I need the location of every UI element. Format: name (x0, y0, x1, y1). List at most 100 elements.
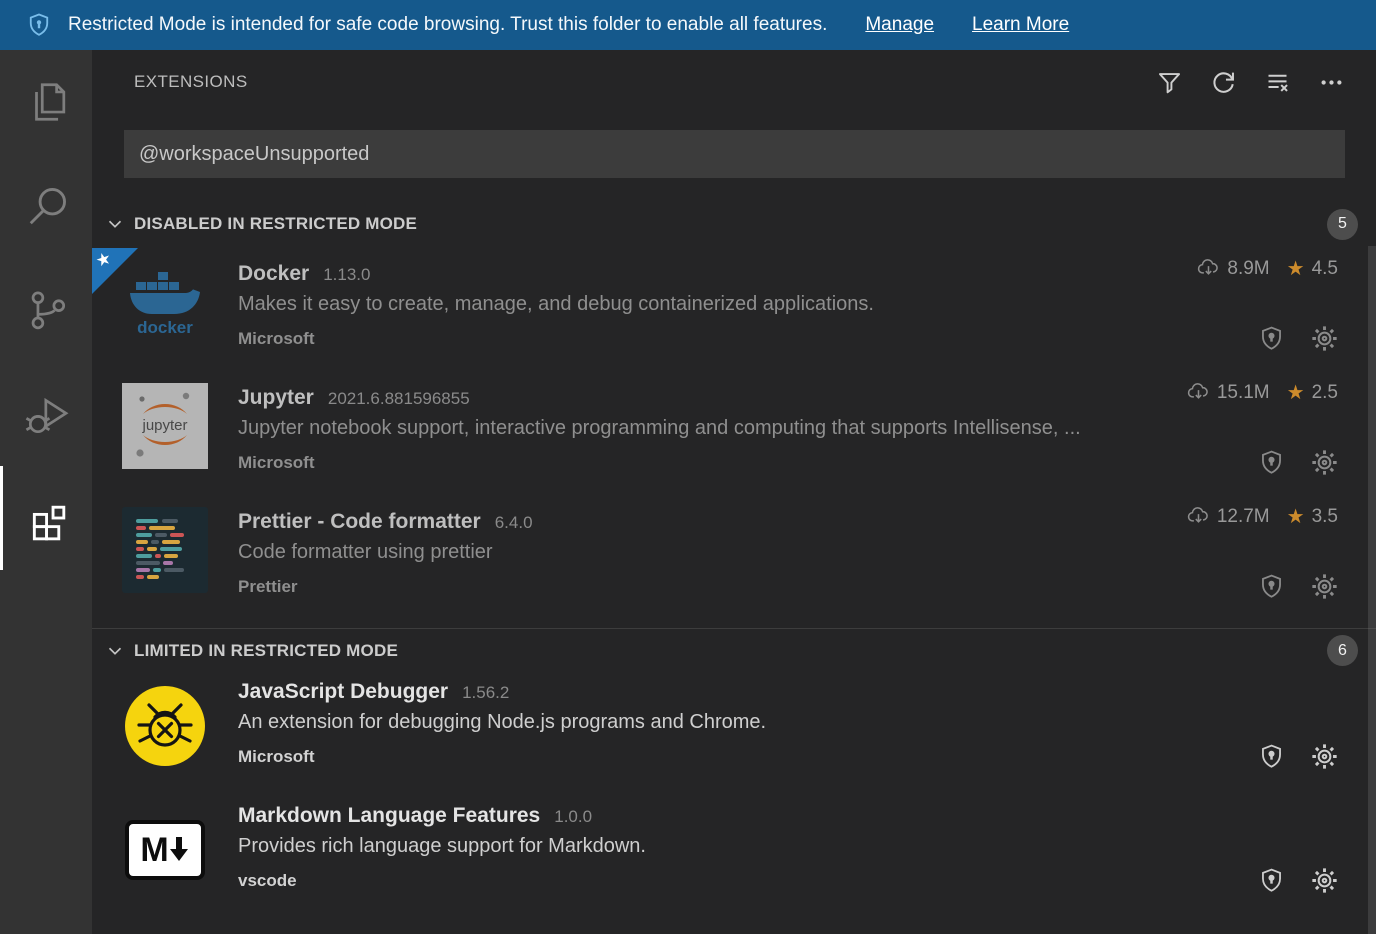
count-badge: 5 (1327, 209, 1358, 240)
workspace-trust-icon[interactable] (1258, 573, 1285, 600)
rating-value: 4.5 (1312, 258, 1338, 280)
extensions-search-input[interactable] (124, 130, 1345, 178)
activity-extensions[interactable] (0, 466, 92, 570)
rating-star-icon: ★ (1287, 504, 1305, 529)
extension-stats: 8.9M ★ 4.5 (1197, 256, 1338, 281)
extension-name: JavaScript Debugger (238, 680, 448, 704)
sidebar-title: EXTENSIONS (134, 72, 248, 92)
workspace-trust-icon[interactable] (1258, 743, 1285, 770)
section-disabled: DISABLED IN RESTRICTED MODE 5 ★ (92, 200, 1376, 620)
debug-icon (25, 391, 71, 437)
sidebar-toolbar (1154, 67, 1346, 97)
extension-actions (1258, 743, 1338, 770)
extension-version: 2021.6.881596855 (328, 389, 470, 409)
markdown-logo-text: M (140, 831, 167, 870)
extension-description: An extension for debugging Node.js progr… (238, 711, 1338, 734)
section-label: LIMITED IN RESTRICTED MODE (134, 641, 398, 661)
refresh-button[interactable] (1208, 67, 1238, 97)
extension-actions (1258, 325, 1338, 352)
extension-actions (1258, 449, 1338, 476)
manage-gear-icon[interactable] (1311, 325, 1338, 352)
manage-gear-icon[interactable] (1311, 573, 1338, 600)
extension-row-docker[interactable]: ★ docker (92, 248, 1376, 372)
activity-run-debug[interactable] (0, 362, 92, 466)
markdown-down-arrow-icon (168, 835, 190, 865)
extensions-icon (25, 495, 71, 541)
section-limited-header[interactable]: LIMITED IN RESTRICTED MODE 6 (92, 628, 1376, 672)
extension-version: 1.13.0 (323, 265, 370, 285)
refresh-icon (1210, 69, 1237, 96)
scrollbar[interactable] (1368, 246, 1376, 934)
extensions-search (124, 130, 1345, 178)
js-debugger-logo (122, 683, 208, 769)
extension-publisher: Microsoft (238, 747, 315, 767)
docker-logo-text: docker (137, 318, 193, 337)
install-count: 8.9M (1227, 258, 1269, 280)
extension-publisher: Prettier (238, 577, 298, 597)
extension-version: 1.0.0 (554, 807, 592, 827)
learn-more-link[interactable]: Learn More (972, 14, 1069, 36)
workspace-trust-icon[interactable] (1258, 867, 1285, 894)
clear-extension-filters-icon (1264, 69, 1291, 96)
install-count-icon (1187, 505, 1210, 528)
rating-value: 2.5 (1312, 382, 1338, 404)
extension-actions (1258, 573, 1338, 600)
more-actions-button[interactable] (1316, 67, 1346, 97)
extension-description: Jupyter notebook support, interactive pr… (238, 417, 1338, 440)
section-disabled-header[interactable]: DISABLED IN RESTRICTED MODE 5 (92, 200, 1376, 248)
extension-row-js-debugger[interactable]: JavaScript Debugger 1.56.2 An extension … (92, 672, 1376, 796)
extension-name: Docker (238, 262, 309, 286)
workspace-trust-icon[interactable] (1258, 325, 1285, 352)
activity-bar (0, 50, 92, 934)
extension-description: Provides rich language support for Markd… (238, 835, 1338, 858)
filter-button[interactable] (1154, 67, 1184, 97)
more-actions-icon (1318, 69, 1345, 96)
manage-gear-icon[interactable] (1311, 743, 1338, 770)
search-icon (25, 183, 71, 229)
extension-publisher: vscode (238, 871, 297, 891)
extension-version: 6.4.0 (495, 513, 533, 533)
ribbon-star-icon: ★ (93, 248, 114, 272)
section-label: DISABLED IN RESTRICTED MODE (134, 214, 417, 234)
branch-icon (25, 287, 71, 333)
prettier-logo (122, 507, 208, 593)
clear-extension-filters-button[interactable] (1262, 67, 1292, 97)
extension-stats: 12.7M ★ 3.5 (1187, 504, 1338, 529)
chevron-down-icon (104, 640, 126, 662)
manage-link[interactable]: Manage (865, 14, 934, 36)
docker-logo: docker (122, 259, 208, 345)
install-count: 12.7M (1217, 506, 1270, 528)
vscode-window: Restricted Mode is intended for safe cod… (0, 0, 1376, 934)
extension-publisher: Microsoft (238, 453, 315, 473)
chevron-down-icon (104, 213, 126, 235)
extension-version: 1.56.2 (462, 683, 509, 703)
sidebar-header: EXTENSIONS (92, 50, 1376, 114)
extension-publisher: Microsoft (238, 329, 315, 349)
count-badge: 6 (1327, 635, 1358, 666)
extension-row-prettier[interactable]: Prettier - Code formatter 6.4.0 12.7M ★ … (92, 496, 1376, 620)
restricted-mode-banner: Restricted Mode is intended for safe cod… (0, 0, 1376, 50)
extension-stats: 15.1M ★ 2.5 (1187, 380, 1338, 405)
section-limited: LIMITED IN RESTRICTED MODE 6 (92, 628, 1376, 920)
install-count-icon (1197, 257, 1220, 280)
extensions-sidebar: EXTENSIONS (92, 50, 1376, 934)
extension-actions (1258, 867, 1338, 894)
extension-row-markdown[interactable]: M Markdown Language Features 1.0.0 (92, 796, 1376, 920)
extension-row-jupyter[interactable]: jupyter Jupyter 2021.6.881596855 (92, 372, 1376, 496)
install-count: 15.1M (1217, 382, 1270, 404)
manage-gear-icon[interactable] (1311, 867, 1338, 894)
filter-icon (1156, 69, 1183, 96)
files-icon (25, 79, 71, 125)
extension-name: Markdown Language Features (238, 804, 540, 828)
workspace-trust-icon[interactable] (1258, 449, 1285, 476)
activity-search[interactable] (0, 154, 92, 258)
activity-explorer[interactable] (0, 50, 92, 154)
jupyter-logo: jupyter (122, 383, 208, 469)
rating-star-icon: ★ (1287, 380, 1305, 405)
install-count-icon (1187, 381, 1210, 404)
extension-name: Prettier - Code formatter (238, 510, 481, 534)
activity-source-control[interactable] (0, 258, 92, 362)
manage-gear-icon[interactable] (1311, 449, 1338, 476)
banner-message: Restricted Mode is intended for safe cod… (68, 14, 827, 36)
rating-star-icon: ★ (1287, 256, 1305, 281)
